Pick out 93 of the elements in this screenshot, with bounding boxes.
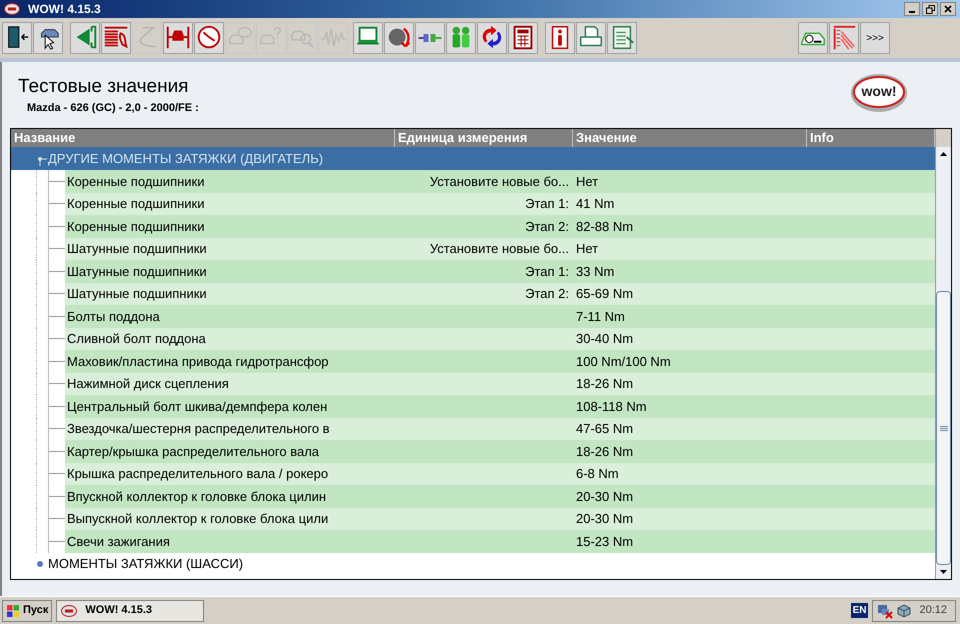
name-cell-text: Коренные подшипники <box>67 195 204 213</box>
table-row[interactable]: Шатунные подшипники Этап 2: 65-69 Nm <box>65 282 935 305</box>
unit-cell-text: Установите новые бо... <box>430 172 569 190</box>
table-row[interactable]: Картер/крышка распределительного вала 18-26 Nm <box>65 440 935 462</box>
cube-icon[interactable] <box>897 604 912 618</box>
name-cell-text: Шатунные подшипники <box>67 262 207 281</box>
name-cell-text: Картер/крышка распределительного вала <box>67 442 320 461</box>
name-cell-text: Свечи зажигания <box>67 532 170 550</box>
unit-cell-text: Этап 1: <box>525 262 569 280</box>
language-indicator[interactable]: EN <box>850 603 868 618</box>
name-cell-text: Болты поддона <box>67 308 160 326</box>
table-row[interactable]: Впускной коллектор к головке блока цилин 20-30 Nm <box>65 485 935 508</box>
more-button[interactable]: >>> <box>860 22 890 54</box>
minimize-icon <box>909 11 915 13</box>
table-row[interactable]: Сливной болт поддона 30-40 Nm <box>65 328 935 350</box>
start-button[interactable]: Пуск <box>2 600 52 622</box>
table-row[interactable]: Шатунные подшипники Этап 1: 33 Nm <box>65 260 935 282</box>
group-label: ДРУГИЕ МОМЕНТЫ ЗАТЯЖКИ (ДВИГАТЕЛЬ) <box>48 150 324 168</box>
value-cell-text: Нет <box>576 172 598 190</box>
toolbar-button[interactable] <box>798 22 828 54</box>
table-row[interactable]: Нажимной диск сцепления 18-26 Nm <box>65 372 935 395</box>
table-row[interactable]: Крышка распределительного вала / рокеро 6-8 Nm <box>65 462 935 485</box>
table-row[interactable]: Маховик/пластина привода гидротрансфор 100 Nm/100 Nm <box>65 350 935 372</box>
restore-icon <box>926 4 934 14</box>
value-cell-text: 100 Nm/100 Nm <box>576 352 671 370</box>
windows-flag-icon <box>6 604 20 618</box>
value-cell-text: 41 Nm <box>576 195 614 213</box>
toolbar-button[interactable] <box>2 22 32 54</box>
table-row[interactable]: Шатунные подшипники Установите новые бо... Нет <box>65 238 935 260</box>
value-cell-text: 20-30 Nm <box>576 510 634 528</box>
value-cell-text: 15-23 Nm <box>576 532 634 550</box>
name-cell-text: Центральный болт шкива/демпфера колен <box>67 398 328 416</box>
header-corner <box>936 129 951 147</box>
table-row[interactable]: Болты поддона 7-11 Nm <box>65 305 935 328</box>
table-row[interactable]: Коренные подшипники Этап 1: 41 Nm <box>65 192 935 215</box>
table-row[interactable]: Центральный болт шкива/демпфера колен 108-118 Nm <box>65 395 935 418</box>
unit-cell-text: Этап 2: <box>525 218 569 236</box>
scrollbar[interactable] <box>935 129 951 579</box>
minimize-button[interactable] <box>904 2 920 16</box>
taskbar-window-button[interactable]: WOW! 4.15.3 <box>56 600 204 622</box>
name-cell-text: Выпускной коллектор к головке блока цили <box>67 510 328 528</box>
logo-text: wow! <box>860 83 898 99</box>
clock: 20:12 <box>918 603 948 618</box>
app-logo-icon <box>61 604 78 616</box>
vehicle-label: Mazda - 626 (GC) - 2,0 - 2000/FE : <box>26 101 199 116</box>
close-icon <box>944 5 952 13</box>
toolbar-button[interactable] <box>477 22 507 54</box>
scroll-thumb[interactable] <box>936 291 951 565</box>
value-cell-text: 6-8 Nm <box>576 465 619 483</box>
unit-cell-text: Этап 2: <box>525 285 569 303</box>
value-cell-text: 20-30 Nm <box>576 488 634 506</box>
plug-icon <box>417 33 443 43</box>
name-cell-text: Сливной болт поддона <box>67 330 206 348</box>
name-cell-text: Коренные подшипники <box>67 172 204 191</box>
name-cell-text: Маховик/пластина привода гидротрансфор <box>67 352 329 371</box>
table-row[interactable]: Звездочка/шестерня распределительного в 47-65 Nm <box>65 418 935 440</box>
restore-button[interactable] <box>922 2 938 16</box>
toolbar-button[interactable] <box>194 22 224 54</box>
name-cell-text: Звездочка/шестерня распределительного в <box>67 420 330 438</box>
table-row[interactable]: Свечи зажигания 15-23 Nm <box>65 530 935 552</box>
value-cell-text: 7-11 Nm <box>576 308 625 326</box>
value-cell-text: 33 Nm <box>576 262 614 280</box>
value-cell-text: 65-69 Nm <box>576 285 634 303</box>
group-label: МОМЕНТЫ ЗАТЯЖКИ (ШАССИ) <box>48 555 244 574</box>
toolbar-button[interactable] <box>508 22 538 54</box>
name-cell-text: Шатунные подшипники <box>67 240 207 258</box>
name-cell-text: Впускной коллектор к головке блока цилин <box>67 488 326 506</box>
value-cell-text: Нет <box>576 240 598 258</box>
table-row[interactable]: Коренные подшипники Установите новые бо... Нет <box>65 170 935 192</box>
close-button[interactable] <box>940 2 956 16</box>
table-row[interactable]: Выпускной коллектор к головке блока цили 20-30 Nm <box>65 508 935 530</box>
window-title: WOW! 4.15.3 <box>28 1 101 18</box>
page-title: Тестовые значения <box>18 75 190 99</box>
value-cell-text: 108-118 Nm <box>576 398 647 416</box>
table-row[interactable]: Коренные подшипники Этап 2: 82-88 Nm <box>65 215 935 238</box>
value-cell-text: 18-26 Nm <box>576 375 634 393</box>
value-cell-text: 47-65 Nm <box>576 420 634 438</box>
unit-cell-text: Установите новые бо... <box>430 240 569 258</box>
toolbar-button[interactable] <box>33 22 63 54</box>
unit-cell-text: Этап 1: <box>525 195 569 213</box>
group-row[interactable]: ДРУГИЕ МОМЕНТЫ ЗАТЯЖКИ (ДВИГАТЕЛЬ) <box>11 147 935 170</box>
value-cell-text: 82-88 Nm <box>576 218 634 236</box>
value-cell-text: 18-26 Nm <box>576 442 634 460</box>
grip-icon <box>940 426 948 430</box>
name-cell-text: Нажимной диск сцепления <box>67 375 229 393</box>
logo-badge <box>850 73 908 113</box>
value-cell-text: 30-40 Nm <box>576 330 634 348</box>
app-logo-icon <box>4 3 20 15</box>
name-cell-text: Коренные подшипники <box>67 218 204 236</box>
network-disconnected-icon[interactable] <box>877 602 894 618</box>
toolbar-button[interactable] <box>545 22 575 54</box>
name-cell-text: Крышка распределительного вала / рокеро <box>67 465 328 483</box>
name-cell-text: Шатунные подшипники <box>67 285 207 303</box>
